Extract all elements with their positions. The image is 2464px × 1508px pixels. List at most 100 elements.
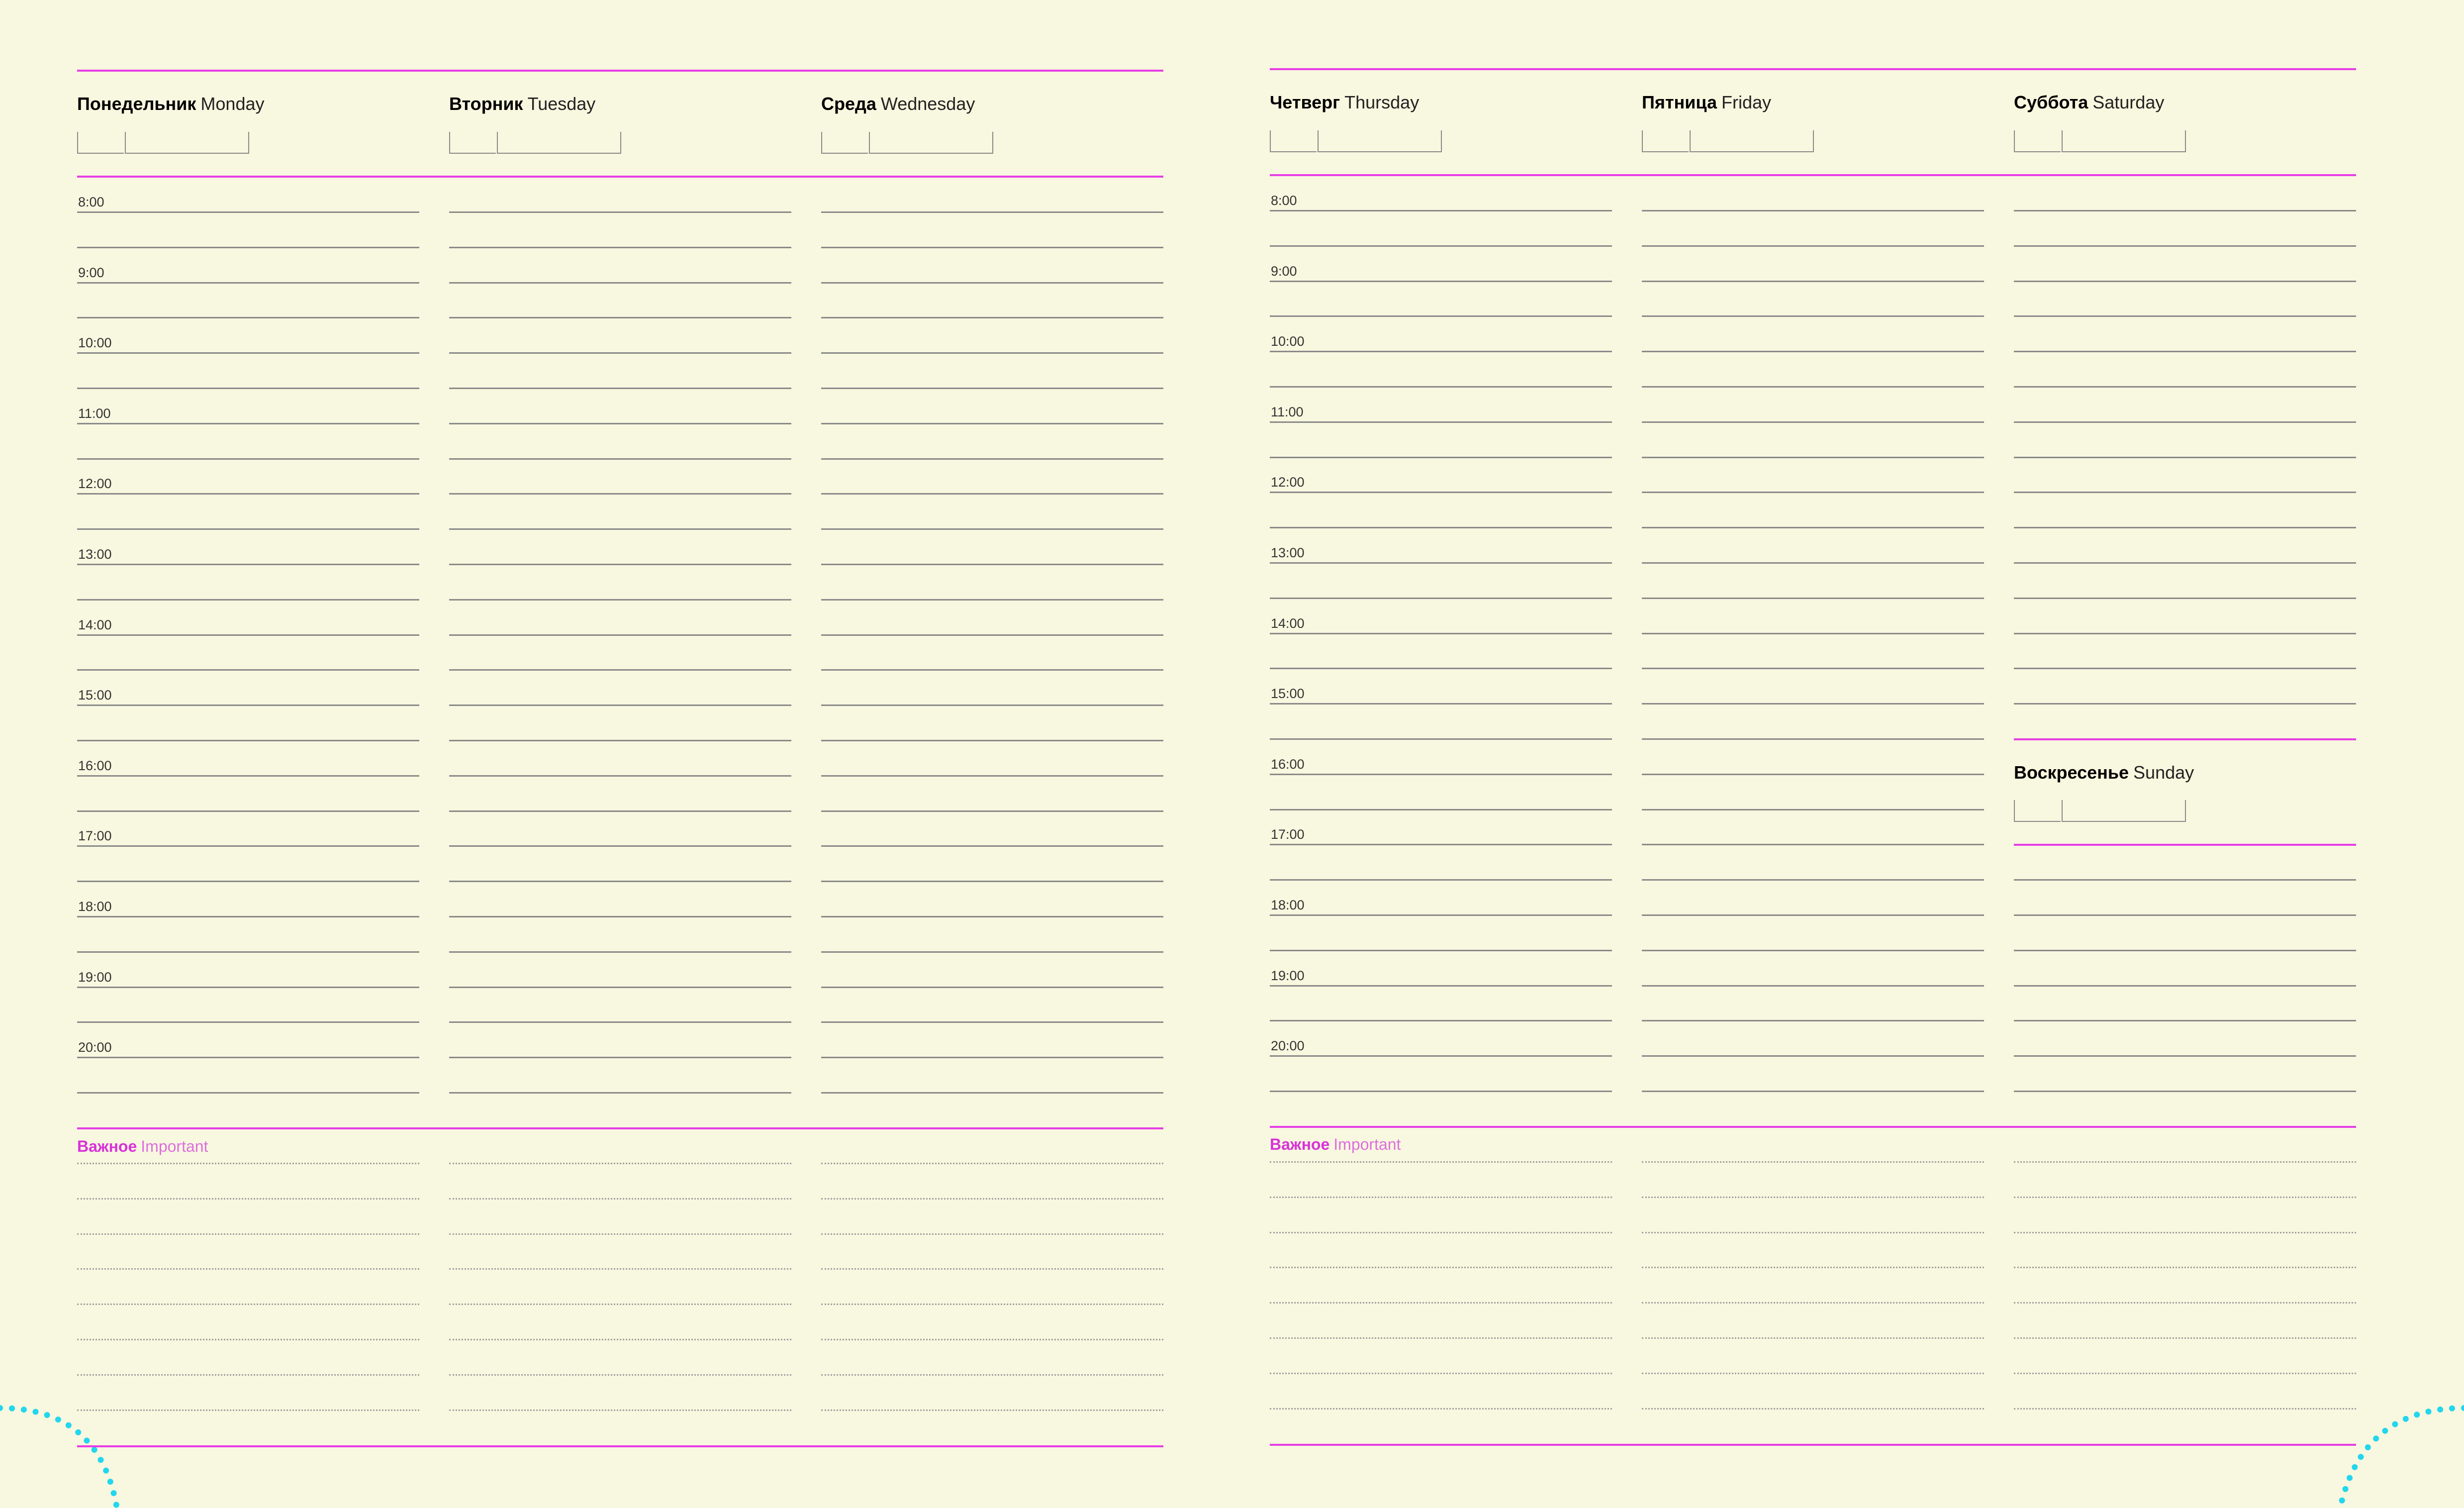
notes-dotted-line bbox=[449, 1268, 791, 1270]
ruled-line bbox=[2014, 668, 2356, 669]
ruled-line bbox=[77, 599, 419, 601]
ruled-line bbox=[821, 211, 1163, 213]
notes-dotted-line bbox=[2014, 1197, 2356, 1198]
ruled-line bbox=[1642, 245, 1984, 247]
important-ru: Важное bbox=[77, 1137, 137, 1155]
ruled-line bbox=[821, 740, 1163, 741]
notes-dotted-line bbox=[2014, 1302, 2356, 1304]
ruled-line bbox=[449, 916, 791, 917]
ruled-line bbox=[821, 1021, 1163, 1023]
notes-dotted-line bbox=[1642, 1373, 1984, 1374]
header-separator-rule bbox=[77, 176, 1163, 178]
ruled-line bbox=[1642, 598, 1984, 599]
notes-dotted-line bbox=[821, 1409, 1163, 1411]
ruled-line bbox=[1270, 774, 1612, 775]
time-label: 17:00 bbox=[1271, 827, 1305, 842]
ruled-line bbox=[77, 881, 419, 882]
important-label-right: Важное Important bbox=[1270, 1135, 1401, 1154]
ruled-line bbox=[1270, 351, 1612, 352]
time-label: 17:00 bbox=[78, 828, 112, 843]
notes-dotted-line bbox=[449, 1233, 791, 1235]
ruled-line bbox=[449, 211, 791, 213]
ruled-line bbox=[2014, 281, 2356, 282]
ruled-line bbox=[1270, 703, 1612, 704]
ruled-line bbox=[2014, 457, 2356, 458]
day-name-en: Sunday bbox=[2133, 762, 2194, 783]
ruled-line bbox=[1642, 315, 1984, 317]
ruled-line bbox=[2014, 1091, 2356, 1092]
ruled-line bbox=[77, 775, 419, 777]
day-name-en: Friday bbox=[1721, 92, 1772, 112]
notes-dotted-line bbox=[2014, 1267, 2356, 1268]
sunday-separator-rule bbox=[2014, 844, 2356, 846]
day-header-tuesday: Вторник Tuesday bbox=[449, 94, 595, 114]
notes-dotted-line bbox=[449, 1339, 791, 1340]
ruled-line bbox=[449, 564, 791, 565]
ruled-line bbox=[1642, 386, 1984, 388]
ruled-line bbox=[1642, 703, 1984, 704]
ruled-line bbox=[1642, 774, 1984, 775]
ruled-line bbox=[821, 388, 1163, 389]
date-month-box bbox=[869, 132, 993, 154]
corner-dots-right-decoration bbox=[2337, 1405, 2464, 1508]
date-day-box bbox=[77, 132, 124, 154]
ruled-line bbox=[77, 388, 419, 389]
ruled-line bbox=[449, 458, 791, 460]
ruled-line bbox=[1642, 809, 1984, 810]
notes-dotted-line bbox=[1270, 1197, 1612, 1198]
ruled-line bbox=[77, 740, 419, 741]
date-month-box bbox=[125, 132, 249, 154]
date-day-box bbox=[2014, 800, 2061, 822]
day-header-monday: Понедельник Monday bbox=[77, 94, 264, 114]
time-label: 14:00 bbox=[1271, 616, 1305, 631]
ruled-line bbox=[1642, 738, 1984, 740]
notes-dotted-line bbox=[1642, 1232, 1984, 1233]
date-day-box bbox=[821, 132, 868, 154]
ruled-line bbox=[77, 458, 419, 460]
day-name-ru: Четверг bbox=[1270, 92, 1340, 112]
time-label: 11:00 bbox=[1271, 404, 1304, 419]
ruled-line bbox=[1642, 281, 1984, 282]
ruled-line bbox=[77, 1021, 419, 1023]
ruled-line bbox=[1642, 950, 1984, 951]
ruled-line bbox=[1270, 562, 1612, 564]
time-label: 11:00 bbox=[78, 406, 111, 421]
ruled-line bbox=[1270, 633, 1612, 634]
notes-dotted-line bbox=[1270, 1408, 1612, 1409]
ruled-line bbox=[2014, 879, 2356, 881]
date-month-box bbox=[1318, 130, 1442, 152]
day-name-en: Tuesday bbox=[527, 94, 596, 114]
ruled-line bbox=[821, 458, 1163, 460]
time-label: 13:00 bbox=[1271, 545, 1305, 560]
day-name-ru: Воскресенье bbox=[2014, 762, 2129, 783]
ruled-line bbox=[449, 987, 791, 988]
ruled-line bbox=[1642, 562, 1984, 564]
ruled-line bbox=[449, 704, 791, 706]
ruled-line bbox=[1642, 421, 1984, 423]
top-accent-rule bbox=[1270, 68, 2356, 70]
ruled-line bbox=[2014, 210, 2356, 211]
ruled-line bbox=[449, 881, 791, 882]
notes-dotted-line bbox=[1270, 1267, 1612, 1268]
ruled-line bbox=[2014, 315, 2356, 317]
ruled-line bbox=[1270, 1091, 1612, 1092]
ruled-line bbox=[449, 388, 791, 389]
time-label: 20:00 bbox=[78, 1040, 112, 1055]
ruled-line bbox=[821, 634, 1163, 636]
time-label: 19:00 bbox=[78, 970, 112, 985]
notes-dotted-line bbox=[1270, 1373, 1612, 1374]
day-header-wednesday: Среда Wednesday bbox=[821, 94, 975, 114]
date-month-box bbox=[2062, 800, 2186, 822]
notes-dotted-line bbox=[2014, 1232, 2356, 1233]
ruled-line bbox=[77, 916, 419, 917]
time-label: 10:00 bbox=[1271, 334, 1305, 349]
bottom-accent-rule bbox=[1270, 1444, 2356, 1446]
date-month-box bbox=[2062, 130, 2186, 152]
ruled-line bbox=[1270, 457, 1612, 458]
ruled-line bbox=[1270, 738, 1612, 740]
header-separator-rule bbox=[1270, 174, 2356, 176]
ruled-line bbox=[449, 423, 791, 424]
time-label: 9:00 bbox=[78, 265, 104, 280]
day-name-en: Wednesday bbox=[880, 94, 975, 114]
notes-dotted-line bbox=[1270, 1302, 1612, 1304]
